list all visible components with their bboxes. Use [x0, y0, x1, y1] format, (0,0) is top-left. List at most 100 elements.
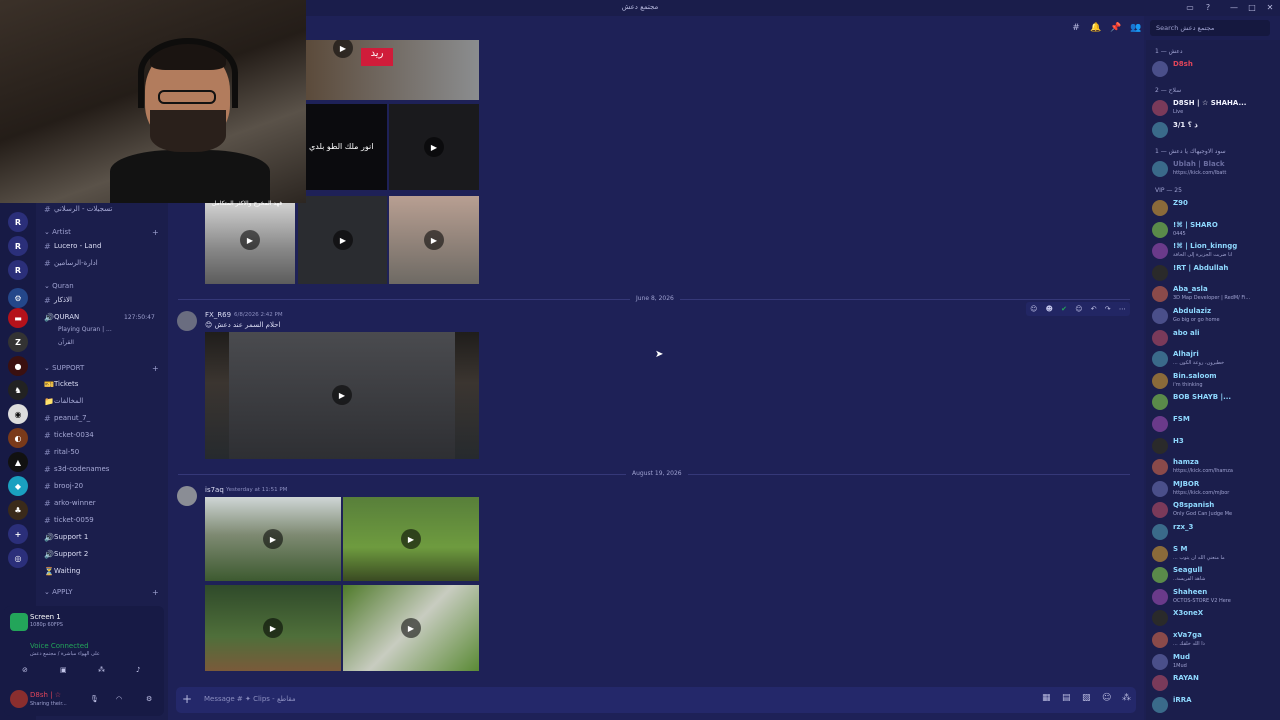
soundboard-button[interactable]: ♪ — [136, 666, 140, 674]
add-channel-icon[interactable]: + — [152, 364, 159, 373]
voice-connected[interactable]: Voice Connected — [30, 642, 89, 650]
member-item[interactable]: Mud 1Mud — [1152, 652, 1276, 672]
server-icon[interactable]: ◐ — [8, 428, 28, 448]
activities-button[interactable]: ⁂ — [98, 666, 105, 674]
channel-item[interactable]: # rital-50 — [44, 445, 160, 459]
video-player[interactable]: ▶ — [205, 332, 479, 459]
channel-item[interactable]: # تسجيلات - الرسلاني — [44, 202, 160, 216]
member-item[interactable]: !RT | Abdullah — [1152, 263, 1276, 283]
member-item[interactable]: Abdulaziz Go big or go home — [1152, 306, 1276, 326]
share-screen-button[interactable]: ▣ — [60, 666, 67, 674]
server-icon[interactable]: ● — [8, 356, 28, 376]
attach-button[interactable]: + — [182, 692, 192, 706]
member-item[interactable]: Alhajri ... خطيرون، روعة الكون — [1152, 349, 1276, 369]
channel-item[interactable]: # الاذكار — [44, 293, 160, 307]
gear-icon[interactable]: ⚙ — [146, 695, 152, 703]
channel-item[interactable]: # Lucero - Land — [44, 239, 160, 253]
gif-icon[interactable]: ▤ — [1062, 693, 1071, 703]
maximize-button[interactable]: □ — [1246, 2, 1258, 14]
video-thumbnail[interactable]: ▶ — [389, 196, 479, 284]
avatar[interactable] — [177, 486, 197, 506]
video-thumbnail[interactable]: ▶ — [298, 196, 387, 284]
server-icon[interactable]: ◆ — [8, 476, 28, 496]
server-icon[interactable]: R — [8, 260, 28, 280]
server-icon[interactable]: ▬ — [8, 308, 28, 328]
member-item[interactable]: RAYAN — [1152, 673, 1276, 693]
member-item[interactable]: !⌘ | SHARO 0445 — [1152, 220, 1276, 240]
voice-member[interactable]: القرآن — [58, 335, 174, 349]
member-item[interactable]: Q8spanish Only God Can Judge Me — [1152, 500, 1276, 520]
member-item[interactable]: Z90 — [1152, 198, 1276, 218]
channel-item[interactable]: 📁 المخالفات — [44, 394, 160, 408]
minimize-button[interactable]: — — [1228, 2, 1240, 14]
mic-icon[interactable]: 🎙 — [90, 695, 99, 703]
bell-icon[interactable]: 🔔 — [1090, 22, 1102, 34]
category-apply[interactable]: ⌄ APPLY — [44, 588, 73, 596]
channel-item[interactable]: # ticket-0059 — [44, 513, 160, 527]
search-input[interactable]: Search مجتمع دعش — [1150, 20, 1270, 36]
member-item[interactable]: rzx_3 — [1152, 522, 1276, 542]
emoji-icon[interactable]: ☺ — [1102, 693, 1111, 703]
category-quran[interactable]: ⌄ Quran — [44, 282, 74, 290]
category-artist[interactable]: ⌄ Artist — [44, 228, 71, 236]
member-item[interactable]: D8SH | ☆ SHAHA... Live — [1152, 98, 1276, 118]
video-thumbnail[interactable]: انور ملك الطو بلدي — [305, 104, 387, 190]
member-item[interactable]: D8sh — [1152, 59, 1276, 79]
member-item[interactable]: xVa7ga ... ذا الله خلقك — [1152, 630, 1276, 650]
member-item[interactable]: !⌘ | Lion_kinngg انا ضربت الجزيرة إلى الح… — [1152, 241, 1276, 261]
channel-item[interactable]: # ادارة-الرسامين — [44, 256, 160, 270]
video-thumbnail[interactable]: ▶ — [343, 497, 479, 581]
message-author[interactable]: is7aq — [205, 486, 224, 494]
avatar[interactable] — [177, 311, 197, 331]
member-item[interactable]: H3 — [1152, 436, 1276, 456]
message-actions[interactable]: ☺ ☻ ✔ ☺ ↶ ↷ ⋯ — [1026, 302, 1130, 316]
sticker-icon[interactable]: ▧ — [1082, 693, 1091, 703]
gift-icon[interactable]: ▦ — [1042, 693, 1051, 703]
server-icon[interactable]: ♞ — [8, 380, 28, 400]
video-thumbnail[interactable]: ▶ — [205, 196, 295, 284]
member-item[interactable]: abo ali — [1152, 328, 1276, 348]
avatar[interactable] — [10, 690, 28, 708]
close-button[interactable]: ✕ — [1264, 2, 1276, 14]
member-item[interactable]: FSM — [1152, 414, 1276, 434]
member-item[interactable]: ذ ؟ 3/1 — [1152, 120, 1276, 140]
member-item[interactable]: hamza https://kick.com/lhamza — [1152, 457, 1276, 477]
channel-item[interactable]: # ticket-0034 — [44, 428, 160, 442]
pin-icon[interactable]: 📌 — [1110, 22, 1122, 34]
server-icon[interactable]: ▲ — [8, 452, 28, 472]
server-icon[interactable]: Z — [8, 332, 28, 352]
member-item[interactable]: BOB SHAYB |... — [1152, 392, 1276, 412]
add-server-icon[interactable]: + — [8, 524, 28, 544]
channel-item[interactable]: # peanut_7_ — [44, 411, 160, 425]
apps-icon[interactable]: ⁂ — [1122, 693, 1131, 703]
server-icon[interactable]: ◉ — [8, 404, 28, 424]
channel-item[interactable]: # arko-winner — [44, 496, 160, 510]
server-icon[interactable]: R — [8, 236, 28, 256]
inbox-icon[interactable]: ▭ — [1184, 2, 1196, 14]
add-channel-icon[interactable]: + — [152, 588, 159, 597]
member-item[interactable]: Shaheen OCTOS-STORE V2 Here — [1152, 587, 1276, 607]
member-item[interactable]: Ublah | Black https://kick.com/lbatt — [1152, 159, 1276, 179]
threads-icon[interactable]: # — [1070, 22, 1082, 34]
server-icon[interactable]: ♣ — [8, 500, 28, 520]
member-item[interactable]: Bin.saloom i'm thinking — [1152, 371, 1276, 391]
channel-item[interactable]: ⏳ Waiting — [44, 564, 160, 578]
channel-item[interactable]: 🔊 Support 1 — [44, 530, 160, 544]
channel-item[interactable]: # brooj-20 — [44, 479, 160, 493]
channel-item[interactable]: 🔊 Support 2 — [44, 547, 160, 561]
channel-item[interactable]: # s3d-codenames — [44, 462, 160, 476]
member-item[interactable]: iRRA — [1152, 695, 1276, 715]
member-item[interactable]: S M ... ما منعني الله ان يتوب — [1152, 544, 1276, 564]
server-icon[interactable]: R — [8, 212, 28, 232]
member-item[interactable]: MJBOR https://kick.com/mjbor — [1152, 479, 1276, 499]
headphones-icon[interactable]: ◠ — [116, 695, 122, 703]
discover-icon[interactable]: ◎ — [8, 548, 28, 568]
channel-item[interactable]: 🎫 Tickets — [44, 377, 160, 391]
video-thumbnail[interactable]: ▶ — [343, 585, 479, 671]
video-thumbnail[interactable]: ريد ▶ — [305, 40, 479, 100]
add-channel-icon[interactable]: + — [152, 228, 159, 237]
message-input[interactable]: Message # ✦ Clips - مقاطع — [204, 695, 296, 703]
member-item[interactable]: Aba_asla 3D Map Developer | RedM/ Fi... — [1152, 284, 1276, 304]
video-thumbnail[interactable]: ▶ — [205, 585, 341, 671]
member-item[interactable]: Seagull ..شاهد الفريسة — [1152, 565, 1276, 585]
